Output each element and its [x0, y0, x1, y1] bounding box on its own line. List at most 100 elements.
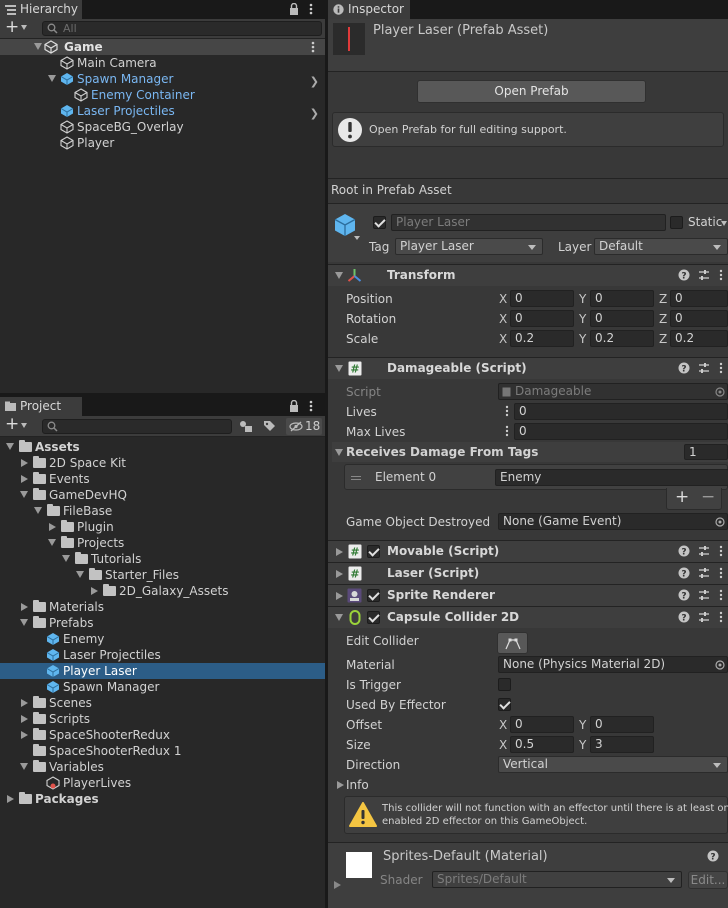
capsule-collider-header[interactable]: Capsule Collider 2D ? — [328, 606, 728, 628]
project-item[interactable]: Spawn Manager — [0, 679, 325, 695]
scene-more-icon[interactable] — [311, 41, 315, 53]
presets-icon[interactable] — [698, 567, 710, 579]
more-icon[interactable] — [309, 3, 313, 15]
destroyed-field[interactable]: None (Game Event) — [498, 513, 728, 530]
lock-icon[interactable] — [289, 3, 299, 15]
material-expand-triangle-icon[interactable] — [334, 881, 341, 889]
drag-handle-icon[interactable] — [351, 476, 361, 477]
hierarchy-item-enemy-container[interactable]: Enemy Container — [0, 87, 325, 103]
component-more-icon[interactable] — [719, 611, 723, 623]
help-icon[interactable]: ? — [678, 545, 690, 557]
tab-inspector[interactable]: Inspector — [328, 0, 410, 19]
collapse-triangle-icon[interactable] — [335, 614, 343, 621]
project-item[interactable]: Starter_Files — [0, 567, 325, 583]
direction-dropdown[interactable]: Vertical — [498, 756, 728, 773]
sprite-enabled-checkbox[interactable] — [367, 589, 380, 602]
project-item[interactable]: FileBase — [0, 503, 325, 519]
help-icon[interactable]: ? — [678, 611, 690, 623]
movable-header[interactable]: # Movable (Script) ? — [328, 540, 728, 562]
component-more-icon[interactable] — [719, 269, 723, 281]
collapse-triangle-icon[interactable] — [48, 539, 56, 546]
sprite-renderer-header[interactable]: Sprite Renderer ? — [328, 584, 728, 606]
field-menu-icon[interactable] — [505, 405, 509, 417]
project-item[interactable]: Projects — [0, 535, 325, 551]
max-lives-field[interactable]: 0 — [514, 423, 728, 440]
collapse-triangle-icon[interactable] — [6, 443, 14, 450]
offset-y-field[interactable]: 0 — [590, 716, 654, 733]
component-more-icon[interactable] — [719, 589, 723, 601]
physics-material-field[interactable]: None (Physics Material 2D) — [498, 656, 728, 673]
hierarchy-item-spawn-manager[interactable]: Spawn Manager ❯ — [0, 71, 325, 88]
project-item[interactable]: Tutorials — [0, 551, 325, 567]
expand-triangle-icon[interactable] — [21, 731, 28, 739]
help-icon[interactable]: ? — [678, 589, 690, 601]
project-item[interactable]: Player Laser — [0, 663, 325, 679]
expand-triangle-icon[interactable] — [21, 475, 28, 483]
project-item[interactable]: Variables — [0, 759, 325, 775]
project-item[interactable]: Materials — [0, 599, 325, 615]
add-button[interactable]: + — [5, 17, 19, 37]
collapse-triangle-icon[interactable] — [34, 507, 42, 514]
expand-triangle-icon[interactable] — [336, 570, 343, 578]
rotation-y-field[interactable]: 0 — [590, 310, 654, 327]
size-x-field[interactable]: 0.5 — [510, 736, 574, 753]
project-item[interactable]: Assets — [0, 439, 325, 455]
project-item[interactable]: Events — [0, 471, 325, 487]
edit-shader-button[interactable]: Edit... — [688, 871, 728, 889]
more-icon[interactable] — [309, 400, 313, 412]
hidden-packages-toggle[interactable]: 18 — [286, 418, 322, 435]
object-name-field[interactable]: Player Laser — [391, 214, 666, 231]
help-icon[interactable]: ? — [707, 850, 719, 862]
object-picker-icon[interactable] — [715, 517, 725, 527]
collapse-triangle-icon[interactable] — [20, 763, 28, 770]
project-item[interactable]: Enemy — [0, 631, 325, 647]
static-dropdown-arrow-icon[interactable] — [721, 221, 727, 226]
create-dropdown-arrow-icon[interactable] — [21, 423, 27, 428]
component-more-icon[interactable] — [719, 362, 723, 374]
damageable-header[interactable]: # Damageable (Script) ? — [328, 357, 728, 379]
hierarchy-search-input[interactable]: All — [42, 21, 322, 36]
position-z-field[interactable]: 0 — [670, 290, 728, 307]
field-menu-icon[interactable] — [505, 425, 509, 437]
help-icon[interactable]: ? — [678, 362, 690, 374]
project-item[interactable]: SpaceShooterRedux — [0, 727, 325, 743]
project-item[interactable]: Scripts — [0, 711, 325, 727]
static-checkbox[interactable] — [670, 216, 683, 229]
laser-header[interactable]: # Laser (Script) ? — [328, 562, 728, 584]
hierarchy-item-player[interactable]: Player — [0, 135, 325, 151]
layer-dropdown[interactable]: Default — [594, 238, 728, 255]
offset-x-field[interactable]: 0 — [510, 716, 574, 733]
collapse-triangle-icon[interactable] — [62, 555, 70, 562]
scene-row[interactable]: Game — [0, 39, 325, 55]
add-dropdown-arrow-icon[interactable] — [21, 25, 27, 30]
hierarchy-item-main-camera[interactable]: Main Camera — [0, 55, 325, 71]
expand-triangle-icon[interactable] — [7, 795, 14, 803]
project-item[interactable]: Laser Projectiles — [0, 647, 325, 663]
expand-triangle-icon[interactable] — [34, 43, 42, 50]
collider-enabled-checkbox[interactable] — [367, 611, 380, 624]
presets-icon[interactable] — [698, 545, 710, 557]
tags-list-header[interactable]: Receives Damage From Tags 1 — [332, 442, 728, 462]
open-prefab-button[interactable]: Open Prefab — [417, 80, 646, 103]
collapse-triangle-icon[interactable] — [335, 272, 343, 279]
used-by-effector-checkbox[interactable] — [498, 698, 511, 711]
component-more-icon[interactable] — [719, 545, 723, 557]
component-more-icon[interactable] — [719, 567, 723, 579]
scale-x-field[interactable]: 0.2 — [510, 330, 574, 347]
presets-icon[interactable] — [698, 269, 710, 281]
element-0-field[interactable]: Enemy — [495, 469, 728, 486]
project-item[interactable]: 2D_Galaxy_Assets — [0, 583, 325, 599]
presets-icon[interactable] — [698, 611, 710, 623]
position-x-field[interactable]: 0 — [510, 290, 574, 307]
tags-count-field[interactable]: 1 — [684, 444, 728, 460]
transform-header[interactable]: Transform ? — [328, 264, 728, 286]
size-y-field[interactable]: 3 — [590, 736, 654, 753]
scale-y-field[interactable]: 0.2 — [590, 330, 654, 347]
edit-collider-button[interactable] — [497, 632, 528, 654]
expand-triangle-icon[interactable] — [91, 587, 98, 595]
create-button[interactable]: + — [5, 414, 19, 434]
project-item[interactable]: PlayerLives — [0, 775, 325, 791]
collapse-triangle-icon[interactable] — [76, 571, 84, 578]
object-picker-icon[interactable] — [715, 660, 725, 670]
presets-icon[interactable] — [698, 589, 710, 601]
